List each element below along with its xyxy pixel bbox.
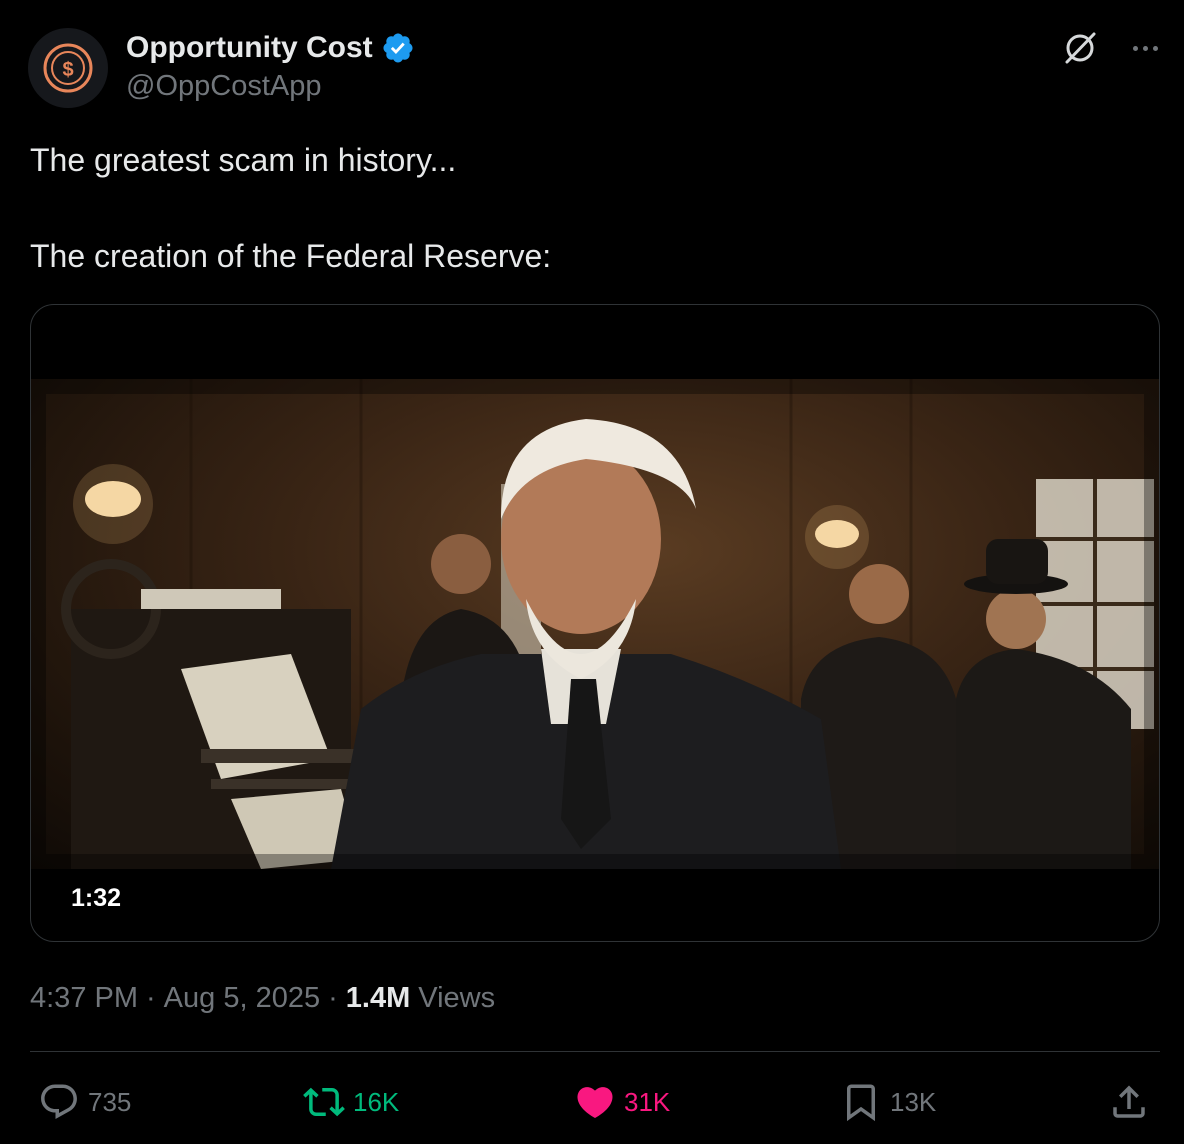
- printing-press-shape: [61, 559, 361, 869]
- bookmark-button[interactable]: 13K: [840, 1076, 936, 1128]
- coin-icon: $: [43, 43, 93, 93]
- meta-separator: ·: [146, 981, 156, 1014]
- author-name-row[interactable]: Opportunity Cost: [126, 30, 415, 66]
- tweet-date[interactable]: Aug 5, 2025: [164, 982, 320, 1015]
- like-button[interactable]: 31K: [574, 1076, 670, 1128]
- meta-separator: ·: [328, 981, 338, 1014]
- reply-icon: [41, 1084, 77, 1119]
- header-actions: [1061, 28, 1158, 68]
- tweet-text: The greatest scam in history... The crea…: [30, 140, 1150, 276]
- divider: [30, 1051, 1160, 1052]
- reply-count: 735: [88, 1086, 132, 1117]
- heart-icon: [577, 1087, 613, 1119]
- repost-icon: [303, 1087, 345, 1117]
- repost-button[interactable]: 16K: [303, 1076, 399, 1128]
- main-figure: [331, 419, 841, 869]
- tweet-meta: 4:37 PM · Aug 5, 2025 · 1.4M Views: [30, 978, 495, 1018]
- share-icon: [1113, 1085, 1145, 1118]
- views-label: Views: [418, 981, 496, 1014]
- repost-count: 16K: [353, 1086, 400, 1117]
- tweet-time[interactable]: 4:37 PM: [30, 982, 138, 1015]
- avatar-symbol: $: [62, 59, 73, 81]
- bookmark-count: 13K: [890, 1086, 937, 1117]
- video-card[interactable]: 1:32: [30, 304, 1160, 942]
- tweet-line-1: The greatest scam in history...: [30, 142, 457, 178]
- bookmark-icon: [847, 1084, 875, 1122]
- video-duration: 1:32: [71, 884, 122, 912]
- more-dots-icon[interactable]: [1133, 45, 1158, 51]
- share-button[interactable]: [1108, 1076, 1150, 1128]
- like-count: 31K: [624, 1086, 671, 1117]
- reply-button[interactable]: 735: [38, 1076, 131, 1128]
- verified-badge-icon[interactable]: [381, 31, 415, 65]
- author-name[interactable]: Opportunity Cost: [126, 31, 373, 65]
- video-player[interactable]: [31, 379, 1159, 869]
- video-thumbnail: [31, 379, 1159, 869]
- author-avatar[interactable]: $: [28, 28, 108, 108]
- tweet-line-2: The creation of the Federal Reserve:: [30, 238, 552, 274]
- grok-icon[interactable]: [1061, 29, 1099, 67]
- views-count: 1.4M: [345, 981, 411, 1014]
- action-bar: 735 16K 31K 13K: [0, 1076, 1184, 1128]
- author-handle[interactable]: @OppCostApp: [126, 70, 321, 103]
